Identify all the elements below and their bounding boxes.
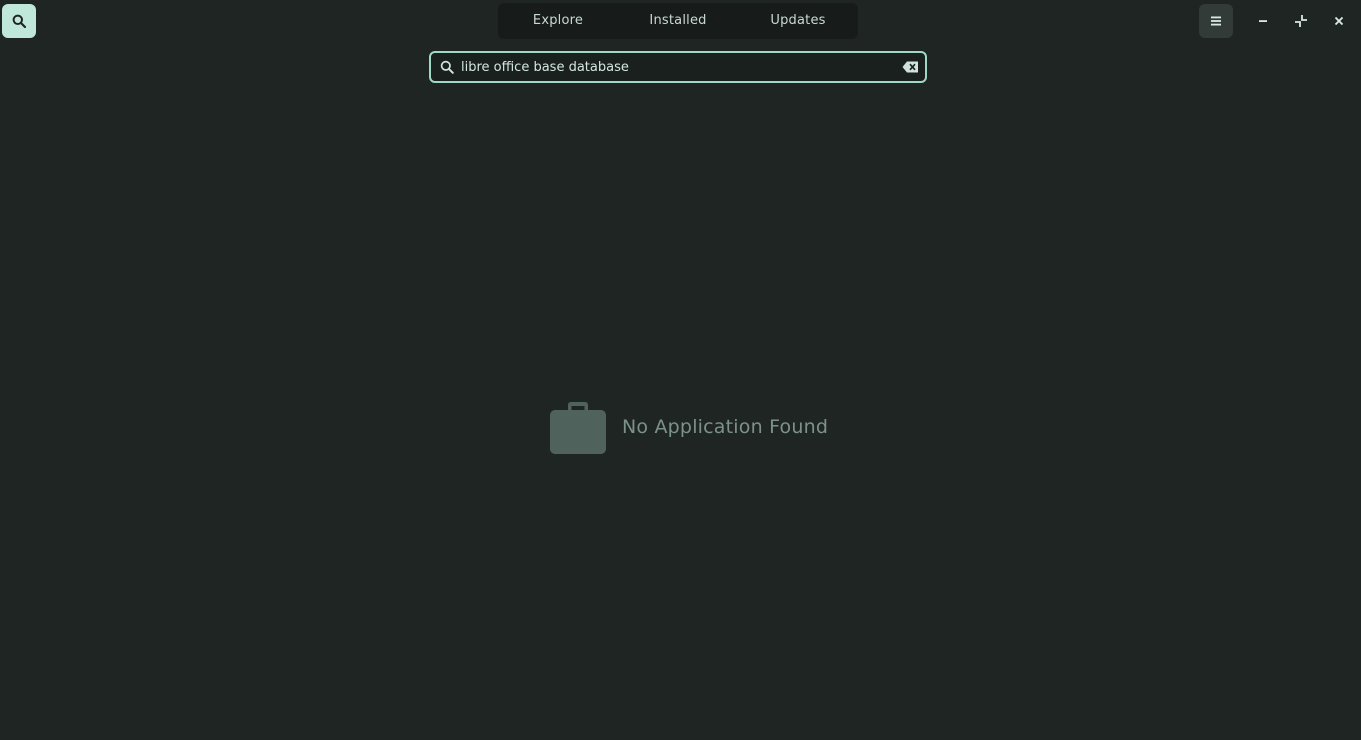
empty-state-message: No Application Found	[622, 416, 829, 438]
view-switcher: Explore Installed Updates	[498, 3, 858, 39]
search-field[interactable]	[429, 51, 927, 83]
tab-updates[interactable]: Updates	[738, 3, 858, 39]
search-toggle-button[interactable]	[2, 4, 36, 38]
minimize-icon	[1259, 20, 1267, 22]
tab-explore[interactable]: Explore	[498, 3, 618, 39]
close-button[interactable]	[1322, 4, 1356, 38]
main-menu-button[interactable]	[1199, 4, 1233, 38]
briefcase-icon	[550, 401, 606, 454]
restore-icon	[1295, 15, 1307, 27]
empty-state: No Application Found	[550, 400, 828, 454]
software-center-window: Explore Installed Updates libre office b…	[0, 0, 1361, 740]
minimize-button[interactable]	[1246, 4, 1280, 38]
close-icon	[1334, 16, 1344, 26]
hamburger-menu-icon	[1211, 16, 1221, 26]
tab-installed[interactable]: Installed	[618, 3, 738, 39]
search-input[interactable]	[461, 54, 901, 80]
search-icon	[439, 59, 455, 75]
clear-text-icon[interactable]	[901, 60, 919, 74]
restore-button[interactable]	[1284, 4, 1318, 38]
search-icon	[12, 14, 26, 28]
